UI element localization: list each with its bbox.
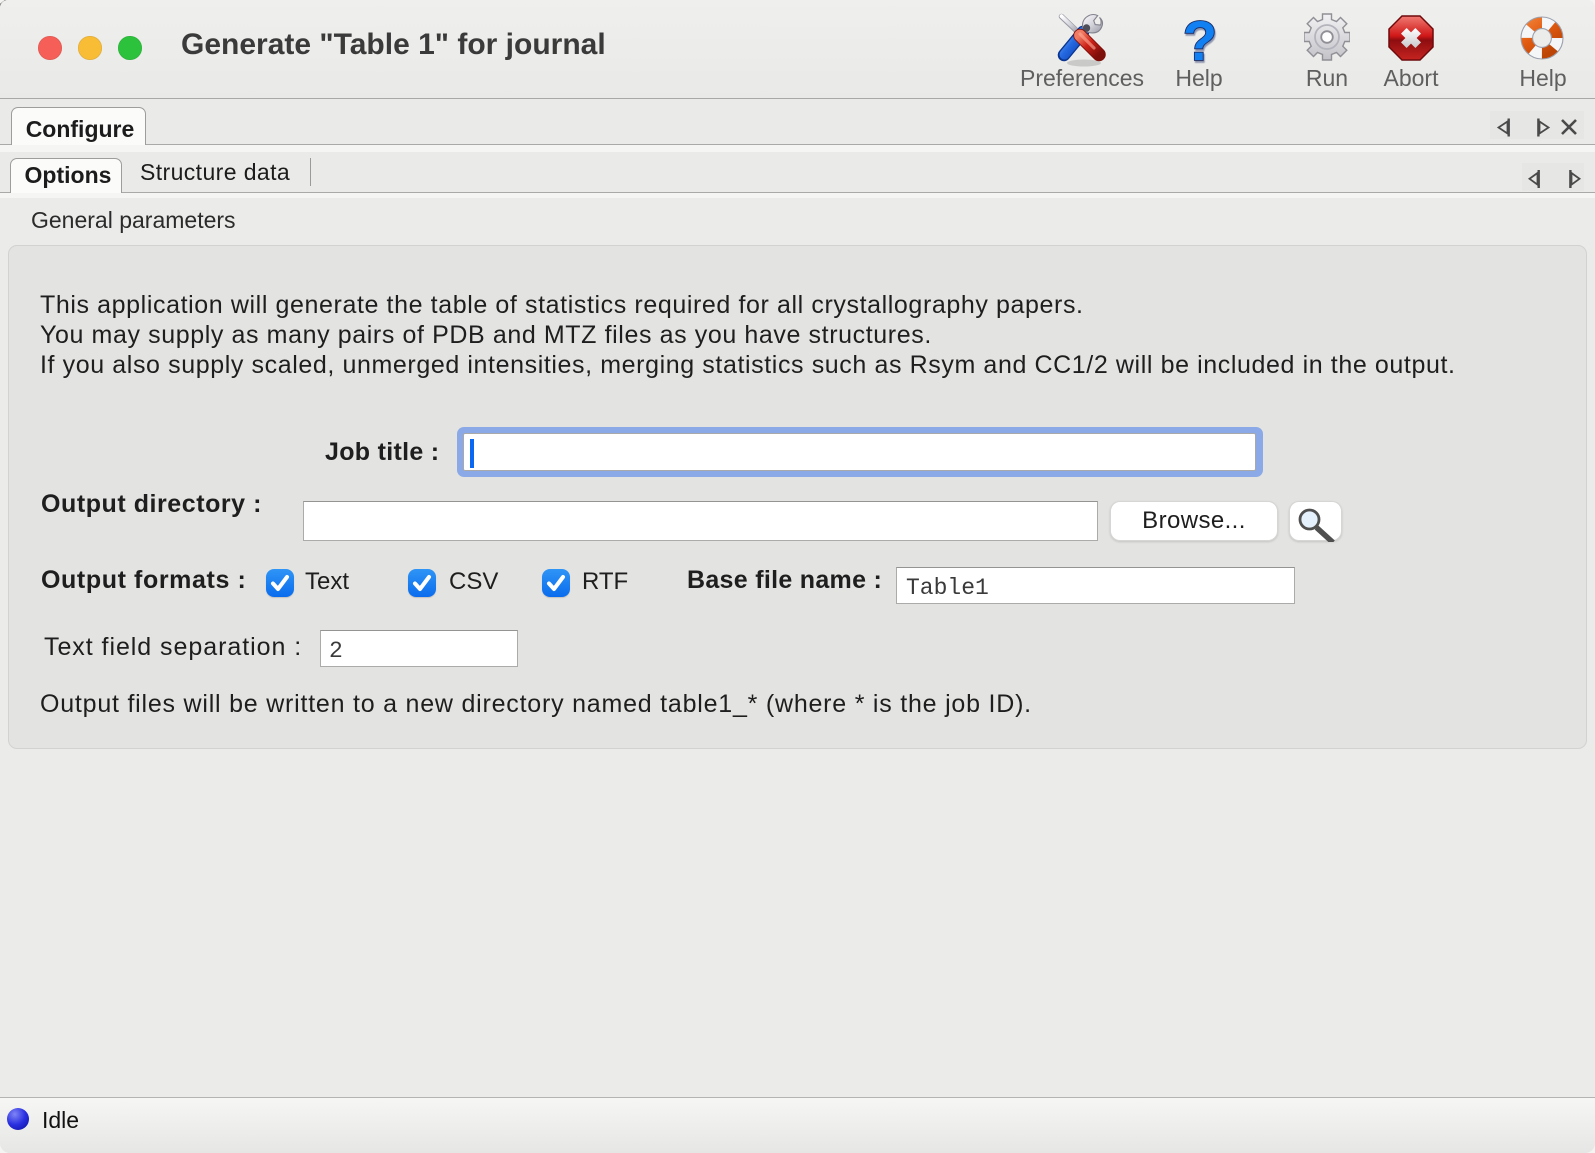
svg-text:?: ? bbox=[1183, 9, 1217, 66]
